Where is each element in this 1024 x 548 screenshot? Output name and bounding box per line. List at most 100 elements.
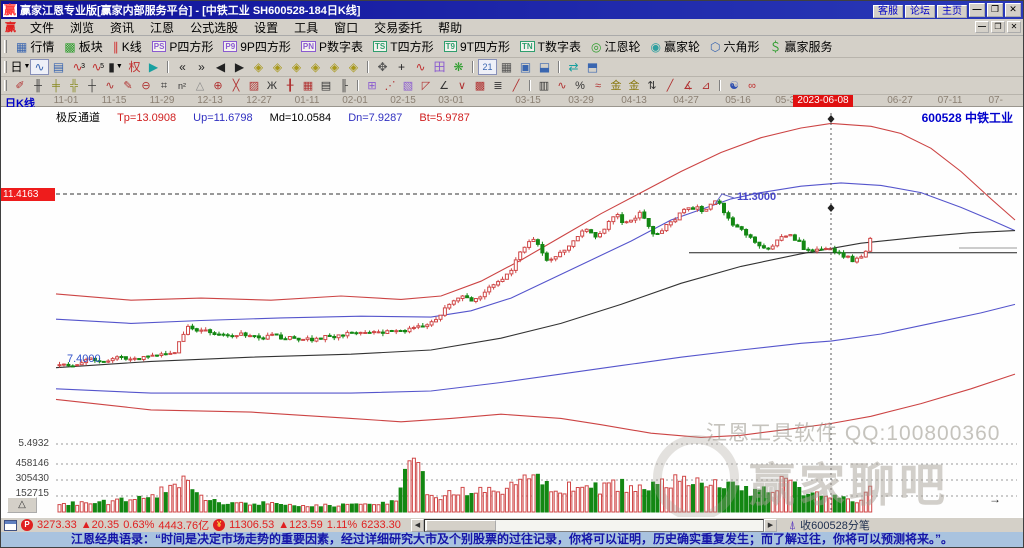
t-table-button[interactable]: TN T数字表	[515, 36, 586, 57]
menu-item[interactable]: 窗口	[326, 19, 366, 36]
ruler-tool[interactable]: ╟	[335, 78, 353, 93]
candle-style-button[interactable]: ▮ ▼	[106, 59, 125, 75]
p-table-button[interactable]: PN P数字表	[296, 36, 368, 57]
cross-line-tool[interactable]: ┼	[83, 78, 101, 93]
zoom-expand-button[interactable]: ◈	[287, 59, 306, 75]
price-division-tool[interactable]: ╪	[47, 78, 65, 93]
menu-item[interactable]: 浏览	[62, 19, 102, 36]
diagonal-line-tool[interactable]: ╱	[661, 78, 679, 93]
grid-division-tool[interactable]: ╬	[65, 78, 83, 93]
chart-scroll-right-icon[interactable]: →	[989, 492, 1001, 506]
right-triangle-tool[interactable]: ⊿	[697, 78, 715, 93]
toolbar-handle[interactable]	[4, 39, 7, 54]
menu-item[interactable]: 文件	[22, 19, 62, 36]
save-icon[interactable]: ⬓	[535, 59, 554, 75]
quote-table-icon[interactable]	[4, 519, 17, 531]
restoration-button[interactable]: 权	[125, 59, 144, 75]
triangle-tool[interactable]: △	[191, 78, 209, 93]
purple-grid-tool[interactable]: ⊞	[363, 78, 381, 93]
play-flag-icon[interactable]: ▶	[144, 59, 163, 75]
menu-item[interactable]: 交易委托	[366, 19, 430, 36]
zoom-shrink-button[interactable]: ◈	[306, 59, 325, 75]
circle-line-tool[interactable]: ⊖	[137, 78, 155, 93]
window-layout-icon[interactable]: ▣	[516, 59, 535, 75]
lined-box-tool[interactable]: ▤	[317, 78, 335, 93]
sync-icon[interactable]: ⇄	[564, 59, 583, 75]
updown-tool[interactable]: ⇅	[643, 78, 661, 93]
zoom-in-button[interactable]: ◈	[325, 59, 344, 75]
last-page-button[interactable]: »	[192, 59, 211, 75]
percent-curve-tool[interactable]: ∿	[553, 78, 571, 93]
toolbar-handle[interactable]	[4, 80, 7, 91]
yinyang-tool[interactable]: ☯	[725, 78, 743, 93]
bands-tool[interactable]: ▥	[535, 78, 553, 93]
first-page-button[interactable]: «	[173, 59, 192, 75]
calendar-icon[interactable]: 21	[478, 59, 497, 75]
scrollbar-thumb[interactable]	[425, 519, 496, 531]
golden-box-tool[interactable]: 金	[625, 78, 643, 93]
hash-grid-tool[interactable]: ⌗	[155, 78, 173, 93]
kline-button[interactable]: ∥ K线	[108, 36, 147, 57]
menu-item[interactable]: 公式选股	[182, 19, 246, 36]
pan-hand-icon[interactable]: ✥	[373, 59, 392, 75]
circle-cross-tool[interactable]: ⊕	[209, 78, 227, 93]
status-scrollbar[interactable]: ◀ ▶	[410, 518, 777, 532]
zoom-right-button[interactable]: ◈	[268, 59, 287, 75]
info-panel-icon[interactable]: ▤	[49, 59, 68, 75]
wave-3-icon[interactable]: ∿ 3	[68, 59, 87, 75]
t-square-button[interactable]: TS T四方形	[368, 36, 439, 57]
dense-grid-tool[interactable]: ▦	[299, 78, 317, 93]
child-close-button[interactable]: ✕	[1007, 21, 1021, 33]
shenzhen-index-icon[interactable]: ¥	[213, 519, 226, 531]
gann-wheel-button[interactable]: ◎ 江恩轮	[586, 36, 646, 57]
zoom-left-button[interactable]: ◈	[249, 59, 268, 75]
cross-lines-tool[interactable]: ╳	[227, 78, 245, 93]
percent-line-tool[interactable]: %	[571, 78, 589, 93]
wave-5-icon[interactable]: ∿ 5	[87, 59, 106, 75]
period-day-button[interactable]: 日 ▼	[11, 59, 31, 75]
angle-arc-tool[interactable]: ∡	[679, 78, 697, 93]
infinity-tool[interactable]: ∞	[743, 78, 761, 93]
sectors-button[interactable]: ▩ 板块	[59, 36, 107, 57]
p-square-button[interactable]: PS P四方形	[147, 36, 219, 57]
calculator-icon[interactable]: ▦	[497, 59, 516, 75]
pattern-icon[interactable]: ❋	[449, 59, 468, 75]
hexagon-button[interactable]: ⬡ 六角形	[705, 36, 765, 57]
corner-tool[interactable]: ◸	[417, 78, 435, 93]
prev-bar-button[interactable]: ◀	[211, 59, 230, 75]
grid-overlay-icon[interactable]: 田	[430, 59, 449, 75]
arc-tool[interactable]: ∿	[101, 78, 119, 93]
minimize-button[interactable]: —	[969, 3, 985, 17]
fan-lines-tool[interactable]: ⋰	[381, 78, 399, 93]
pencil-tool[interactable]: ✎	[119, 78, 137, 93]
next-bar-button[interactable]: ▶	[230, 59, 249, 75]
menu-item[interactable]: 江恩	[142, 19, 182, 36]
titlebar-link-1[interactable]: 论坛	[905, 5, 935, 18]
chart-window-icon[interactable]: ∿	[30, 59, 49, 75]
time-division-tool[interactable]: ╫	[29, 78, 47, 93]
shade-grid-tool[interactable]: ▨	[245, 78, 263, 93]
zoom-out-button[interactable]: ◈	[344, 59, 363, 75]
menu-item[interactable]: 帮助	[430, 19, 470, 36]
star-lines-tool[interactable]: Ж	[263, 78, 281, 93]
menu-item[interactable]: 资讯	[102, 19, 142, 36]
child-restore-button[interactable]: ❐	[991, 21, 1005, 33]
golden-section-tool[interactable]: 金	[607, 78, 625, 93]
titlebar-link-0[interactable]: 客服	[873, 5, 903, 18]
scroll-right-button[interactable]: ▶	[763, 518, 777, 532]
angle-tool[interactable]: ∠	[435, 78, 453, 93]
chart-area[interactable]: 极反通道 Tp=13.0908 Up=11.6798 Md=10.0584 Dn…	[1, 107, 1023, 517]
restore-button[interactable]: ❐	[987, 3, 1003, 17]
toolbar-handle[interactable]	[4, 61, 7, 73]
menu-item[interactable]: 工具	[286, 19, 326, 36]
trend-wave-icon[interactable]: ∿	[411, 59, 430, 75]
9p-square-button[interactable]: P9 9P四方形	[218, 36, 295, 57]
winner-service-button[interactable]: ＄赢家服务	[765, 36, 838, 57]
titlebar-link-2[interactable]: 主页	[937, 5, 967, 18]
tick-status-label[interactable]: 收600528分笔	[800, 517, 870, 533]
shanghai-index-icon[interactable]: P	[21, 519, 33, 531]
levels-tool[interactable]: ≣	[489, 78, 507, 93]
shade-box-tool[interactable]: ▧	[399, 78, 417, 93]
close-button[interactable]: ✕	[1005, 3, 1021, 17]
child-minimize-button[interactable]: —	[975, 21, 989, 33]
